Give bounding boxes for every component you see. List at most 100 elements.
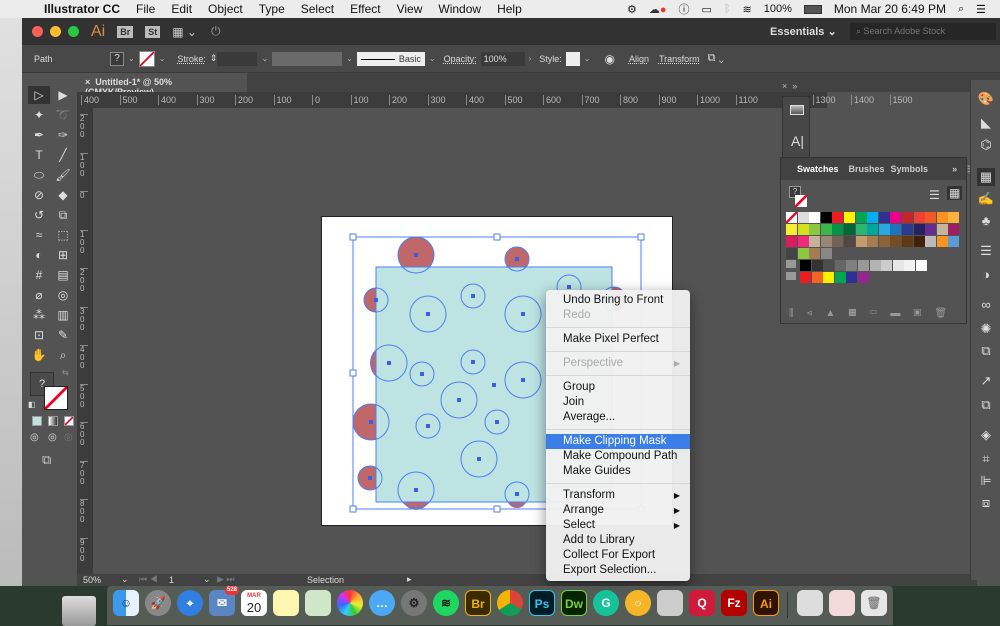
shape-builder-tool-icon[interactable]: ◐ (28, 246, 50, 264)
fill-swatch[interactable]: ? (110, 51, 124, 66)
search-adobe-stock-input[interactable]: ⌕ Search Adobe Stock (850, 23, 996, 40)
menu-select[interactable]: Select (301, 2, 334, 16)
color-swatch[interactable] (823, 260, 835, 271)
minimize-window-button[interactable] (50, 26, 61, 37)
color-swatch[interactable] (820, 236, 832, 247)
battery-icon[interactable] (803, 4, 822, 14)
document-tab[interactable]: × Untitled-1* @ 50% (CMYK/Preview) (77, 73, 247, 97)
style-dropdown-icon[interactable]: ⌄ (584, 54, 591, 63)
color-swatch[interactable] (881, 260, 893, 271)
color-swatch[interactable] (797, 236, 809, 247)
bounding-box-handle[interactable] (493, 233, 501, 241)
anchor-point[interactable] (477, 457, 481, 461)
symbols-icon[interactable]: ♣ (977, 212, 995, 230)
tab-symbols[interactable]: Symbols (891, 164, 929, 174)
menu-effect[interactable]: Effect (350, 2, 380, 16)
tab-brushes[interactable]: Brushes (849, 164, 885, 174)
grammarly-icon[interactable]: G (593, 590, 619, 616)
color-swatch[interactable] (904, 260, 916, 271)
transform-link[interactable]: Transform (659, 54, 700, 64)
swatch-fill-stroke[interactable]: ? (789, 186, 807, 208)
bluetooth-icon[interactable]: ᛒ (724, 3, 731, 15)
menu-type[interactable]: Type (259, 2, 285, 16)
ellipse-tool-icon[interactable]: ⬭ (28, 166, 50, 184)
color-swatch[interactable] (878, 224, 890, 235)
bounding-box-handle[interactable] (493, 505, 501, 513)
horizontal-ruler[interactable]: 400 500 400 300 200 100 0 100 200 300 400 500 600 700… (77, 92, 913, 108)
shaper-tool-icon[interactable]: ⊘ (28, 186, 50, 204)
color-swatch[interactable] (948, 236, 960, 247)
chrome-canary-icon[interactable]: ○ (625, 590, 651, 616)
artboard-dropdown-icon[interactable]: ⌄ (203, 574, 211, 585)
gradient-panel-icon[interactable] (790, 105, 804, 115)
artboard-tool-icon[interactable]: ⊡ (28, 326, 50, 344)
align-link[interactable]: Align (629, 54, 649, 64)
color-swatch[interactable] (916, 260, 927, 271)
symbol-sprayer-tool-icon[interactable]: ⁂ (28, 306, 50, 324)
menu-item-transform[interactable]: Transform ▶ (546, 488, 690, 503)
first-artboard-icon[interactable]: ⏮ ◀ (139, 574, 158, 585)
bridge-button[interactable]: Br (117, 25, 134, 38)
color-swatch[interactable] (867, 212, 879, 223)
downloads-stack-icon[interactable] (797, 590, 823, 616)
color-panel-icon[interactable]: 🎨 (977, 90, 995, 108)
color-swatch[interactable] (809, 236, 821, 247)
color-swatch[interactable] (948, 212, 960, 223)
zoom-window-button[interactable] (68, 26, 79, 37)
anchor-point[interactable] (471, 360, 475, 364)
finder-icon[interactable]: ☺ (113, 590, 139, 616)
anchor-point[interactable] (374, 298, 378, 302)
scale-tool-icon[interactable]: ⧉ (52, 206, 74, 224)
draw-normal-icon[interactable]: ◎ (30, 432, 39, 443)
stroke-swatch[interactable] (138, 50, 155, 67)
color-swatch[interactable] (832, 212, 844, 223)
type-tool-icon[interactable]: T (28, 146, 50, 164)
stroke-weight-stepper[interactable]: ⇕ (210, 53, 218, 64)
bounding-box-handle[interactable] (637, 233, 645, 241)
delete-swatch-icon[interactable]: 🗑 (934, 308, 960, 319)
creative-cloud-icon[interactable]: ☁● (649, 3, 667, 16)
draw-inside-icon[interactable]: ◎ (64, 432, 73, 443)
anchor-point[interactable] (567, 285, 571, 289)
screen-mode-icon[interactable]: ⧉ (42, 452, 51, 468)
color-swatch[interactable] (925, 212, 937, 223)
draw-behind-icon[interactable]: ◎ (48, 432, 57, 443)
swatch-libraries-icon[interactable]: ⫼ (789, 308, 807, 319)
wifi-icon[interactable]: ≋ (743, 3, 752, 16)
free-transform-tool-icon[interactable]: ⬚ (52, 226, 74, 244)
anchor-point[interactable] (369, 420, 373, 424)
zoom-dropdown-icon[interactable]: ⌄ (121, 574, 129, 585)
color-swatch[interactable] (844, 212, 855, 223)
new-color-group-icon[interactable]: ▭ (869, 308, 890, 319)
color-swatch[interactable] (869, 260, 881, 271)
menu-item-make-guides[interactable]: Make Guides (546, 464, 690, 479)
color-swatch[interactable] (834, 272, 846, 283)
anchor-point[interactable] (471, 294, 475, 298)
notification-center-icon[interactable]: ☰ (976, 3, 986, 16)
color-swatch[interactable] (858, 260, 869, 271)
color-swatch[interactable] (811, 272, 823, 283)
color-swatch[interactable] (913, 224, 925, 235)
documents-stack-icon[interactable] (829, 590, 855, 616)
lasso-tool-icon[interactable]: ➰ (52, 106, 74, 124)
menu-item-select[interactable]: Select ▶ (546, 518, 690, 533)
color-swatch[interactable] (832, 236, 844, 247)
eyedropper-tool-icon[interactable]: ⌀ (28, 286, 50, 304)
airplay-icon[interactable]: ▭ (702, 3, 712, 16)
new-swatch-icon[interactable]: ▣ (913, 308, 934, 319)
illustrator-dock-icon[interactable]: Ai (753, 590, 779, 616)
none-mode-button[interactable] (64, 416, 74, 426)
paintbrush-tool-icon[interactable]: 🖌 (52, 166, 74, 184)
brush-dropdown-icon[interactable]: ⌄ (429, 54, 436, 63)
opacity-input[interactable]: 100% (480, 51, 525, 66)
photoshop-icon[interactable]: Ps (529, 590, 555, 616)
trash-icon[interactable]: 🗑 (861, 590, 887, 616)
color-swatch[interactable] (823, 272, 835, 283)
artboards-icon[interactable]: ⧉ (977, 396, 995, 414)
next-artboard-icon[interactable]: ▶ ⏭ (217, 574, 235, 585)
anchor-point[interactable] (457, 398, 461, 402)
selection-tool-icon[interactable]: ▷ (28, 86, 50, 104)
color-swatch[interactable] (925, 224, 937, 235)
transform-panel-icon[interactable]: ⌗ (977, 450, 995, 468)
color-swatch[interactable] (800, 260, 811, 271)
